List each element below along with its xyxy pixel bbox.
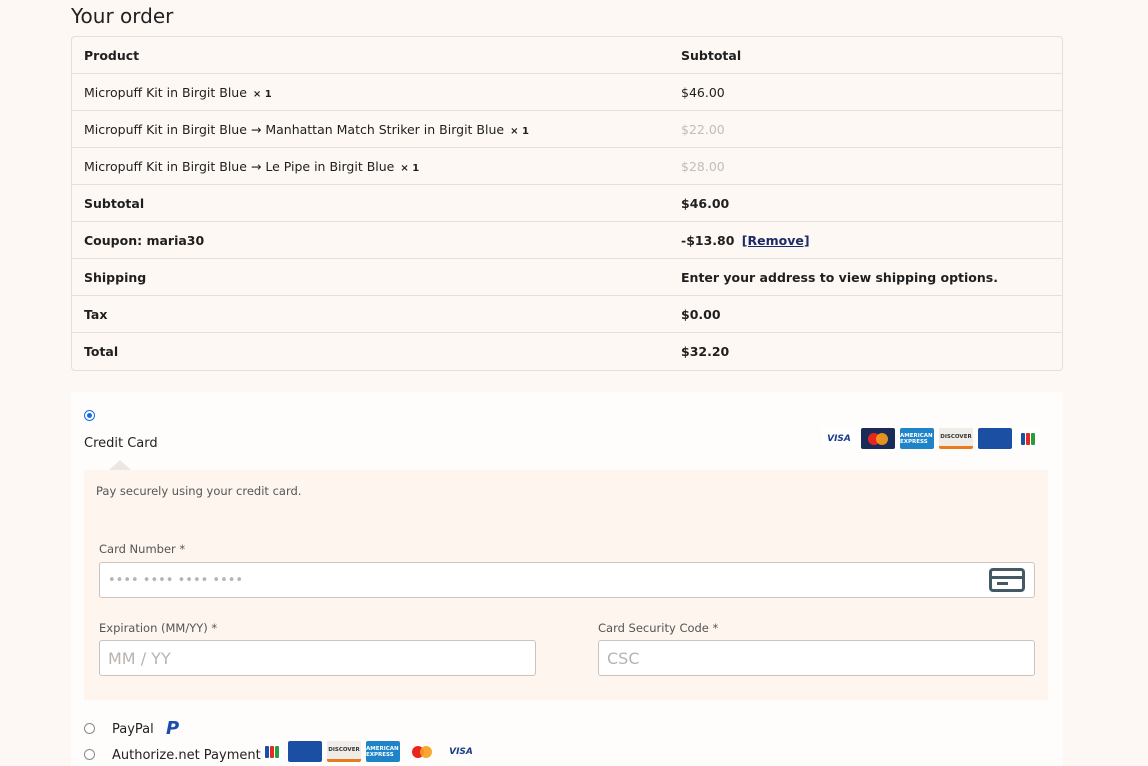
subtotal-label: Subtotal (84, 195, 145, 211)
tax-value: $0.00 (681, 306, 721, 322)
item-price: $46.00 (681, 84, 725, 100)
credit-card-radio[interactable] (84, 410, 95, 421)
item-name: Micropuff Kit in Birgit Blue → Manhattan… (84, 121, 505, 137)
shipping-label: Shipping (84, 269, 147, 285)
payment-methods: Credit Card VISA AMERICAN EXPRESS DISCOV… (71, 392, 1063, 766)
credit-card-label[interactable]: Credit Card (84, 436, 158, 451)
table-header: Product Subtotal (72, 37, 1062, 74)
visa-icon: VISA (444, 741, 478, 762)
shipping-value: Enter your address to view shipping opti… (681, 269, 998, 285)
credit-card-panel: Pay securely using your credit card. Car… (84, 470, 1048, 700)
expiry-input[interactable] (99, 640, 536, 676)
order-table: Product Subtotal Micropuff Kit in Birgit… (71, 36, 1063, 371)
discover-icon: DISCOVER (939, 428, 973, 449)
authorize-net-logos: DISCOVER AMERICAN EXPRESS VISA (261, 741, 478, 762)
mastercard-icon (405, 741, 439, 762)
csc-input[interactable] (598, 640, 1035, 676)
table-row: Micropuff Kit in Birgit Blue × 1 $46.00 (72, 74, 1062, 111)
diners-icon (978, 428, 1012, 449)
remove-coupon-link[interactable]: [Remove] (742, 233, 810, 248)
expiry-label: Expiration (MM/YY) * (99, 621, 218, 635)
coupon-value: -$13.80 (681, 232, 735, 248)
tax-row: Tax $0.00 (72, 296, 1062, 333)
card-number-input[interactable] (99, 562, 1035, 598)
card-number-wrapper (99, 562, 1035, 598)
table-row: Micropuff Kit in Birgit Blue → Le Pipe i… (72, 148, 1062, 185)
paypal-icon: P (166, 718, 180, 739)
paypal-radio[interactable] (84, 723, 95, 734)
tax-label: Tax (84, 306, 108, 322)
visa-icon: VISA (822, 428, 856, 449)
item-name: Micropuff Kit in Birgit Blue → Le Pipe i… (84, 158, 395, 174)
credit-card-icon (989, 568, 1025, 592)
subtotal-row: Subtotal $46.00 (72, 185, 1062, 222)
authorize-net-label[interactable]: Authorize.net Payment (112, 748, 261, 763)
item-price: $28.00 (681, 158, 725, 174)
panel-pointer (109, 460, 131, 470)
shipping-row: Shipping Enter your address to view ship… (72, 259, 1062, 296)
credit-card-logos: VISA AMERICAN EXPRESS DISCOVER (822, 428, 1039, 449)
csc-label: Card Security Code * (598, 621, 719, 635)
item-qty: × 1 (510, 125, 529, 137)
total-row: Total $32.20 (72, 333, 1062, 370)
diners-icon (288, 741, 322, 762)
subtotal-value: $46.00 (681, 195, 730, 211)
card-number-label: Card Number * (99, 542, 186, 556)
amex-icon: AMERICAN EXPRESS (366, 741, 400, 762)
paypal-label[interactable]: PayPal (112, 722, 154, 737)
page-title: Your order (71, 4, 174, 28)
product-column-header: Product (84, 47, 140, 63)
mastercard-icon (861, 428, 895, 449)
item-price: $22.00 (681, 121, 725, 137)
item-qty: × 1 (400, 162, 420, 174)
total-value: $32.20 (681, 344, 730, 359)
jcb-icon (1017, 428, 1039, 449)
discover-icon: DISCOVER (327, 741, 361, 762)
authorize-net-radio[interactable] (84, 749, 95, 760)
jcb-icon (261, 741, 283, 762)
payment-description: Pay securely using your credit card. (96, 484, 302, 498)
coupon-row: Coupon: maria30 -$13.80 [Remove] (72, 222, 1062, 259)
total-label: Total (84, 344, 119, 359)
table-row: Micropuff Kit in Birgit Blue → Manhattan… (72, 111, 1062, 148)
subtotal-column-header: Subtotal (681, 47, 742, 63)
item-name: Micropuff Kit in Birgit Blue (84, 84, 247, 100)
coupon-label: Coupon: maria30 (84, 232, 205, 248)
item-qty: × 1 (252, 88, 272, 100)
amex-icon: AMERICAN EXPRESS (900, 428, 934, 449)
